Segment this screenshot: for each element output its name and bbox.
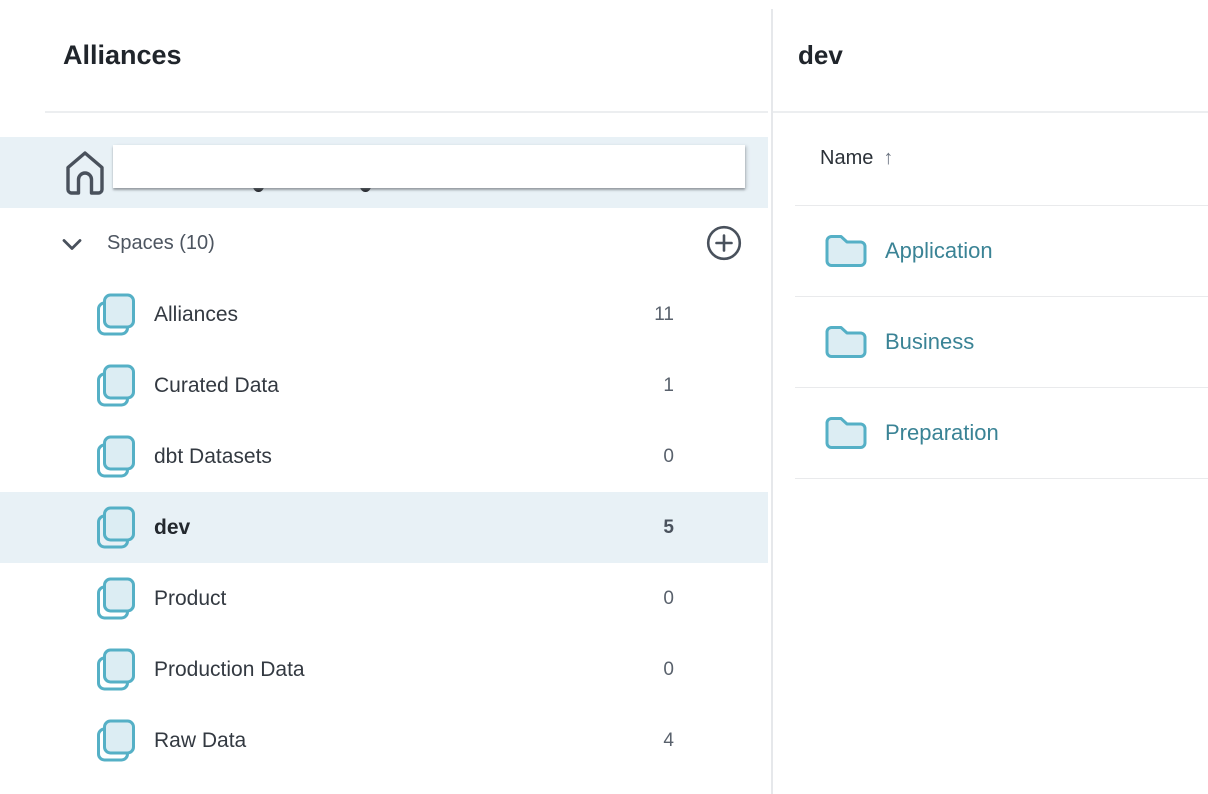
space-name: dbt Datasets [154,445,272,469]
space-name: Production Data [154,658,305,682]
space-row[interactable]: Production Data 0 [0,634,768,705]
space-row[interactable]: dbt Datasets 0 [0,421,768,492]
folder-row[interactable]: Business [795,296,1208,387]
folder-row[interactable]: Preparation [795,387,1208,478]
space-row[interactable]: Curated Data 1 [0,350,768,421]
right-panel-title: dev [798,0,843,110]
space-icon [95,363,137,409]
folder-row[interactable]: Application [795,205,1208,296]
space-dataset-count: 1 [663,375,674,397]
space-icon [95,718,137,764]
chevron-down-icon[interactable] [58,231,86,257]
space-dataset-count: 0 [663,446,674,468]
space-icon [95,647,137,693]
name-column-label: Name [820,147,873,170]
folder-name-link[interactable]: Business [885,329,974,355]
folder-name-link[interactable]: Application [885,238,993,264]
space-name: Curated Data [154,374,279,398]
space-row[interactable]: Raw Data 4 [0,705,768,776]
space-dataset-count: 11 [654,304,674,326]
left-title-divider [45,111,768,113]
spaces-group-label: Spaces (10) [107,232,215,255]
spaces-list: Alliances 11 Curated Data 1 [0,279,768,776]
space-dataset-count: 0 [663,588,674,610]
redaction-overlay [113,145,745,188]
space-icon [95,292,137,338]
space-name: Alliances [154,303,238,327]
space-name: dev [154,516,190,540]
folder-icon [823,414,869,452]
space-dataset-count: 4 [663,730,674,752]
space-name: Product [154,587,226,611]
home-icon [64,150,106,196]
left-panel-title: Alliances [63,0,182,110]
folder-icon [823,323,869,361]
spaces-group-header[interactable]: Spaces (10) [0,208,768,279]
home-space-row[interactable] [0,137,768,208]
space-row[interactable]: dev 5 [0,492,768,563]
sort-ascending-icon: ↑ [883,147,893,170]
space-icon [95,505,137,551]
space-icon [95,576,137,622]
folder-list: Application Business Preparation [795,205,1208,479]
spaces-tree: Spaces (10) Allianc [0,137,768,776]
name-column-header[interactable]: Name ↑ [820,112,893,204]
space-row[interactable]: Alliances 11 [0,279,768,350]
spaces-sidebar: Alliances Spaces (10) [0,0,771,794]
space-name: Raw Data [154,729,246,753]
folder-name-link[interactable]: Preparation [885,420,999,446]
space-contents-panel: dev Name ↑ Application Business [773,0,1208,794]
add-space-button[interactable] [705,224,743,262]
space-dataset-count: 0 [663,659,674,681]
folder-icon [823,232,869,270]
space-row[interactable]: Product 0 [0,563,768,634]
space-dataset-count: 5 [663,517,674,539]
space-icon [95,434,137,480]
